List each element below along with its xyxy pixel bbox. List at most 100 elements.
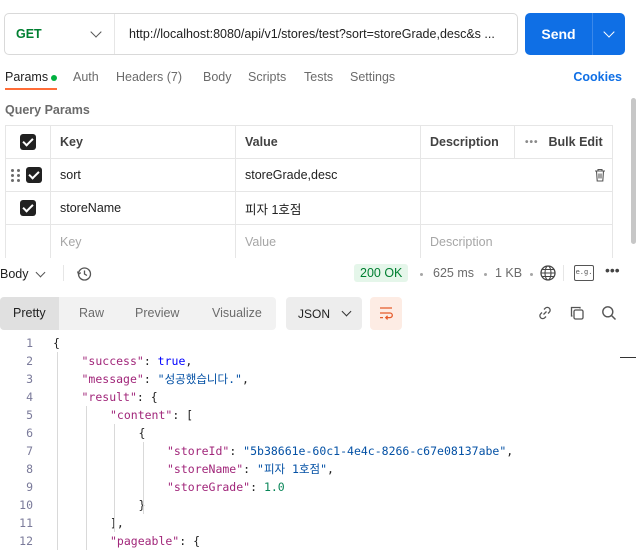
indent-guide [114, 424, 115, 532]
code-token: "storeId" [167, 444, 230, 458]
code-token: , [185, 354, 193, 368]
param-key[interactable]: sort [51, 159, 236, 191]
param-value[interactable]: storeGrade,desc [236, 159, 421, 191]
code-token: : [229, 444, 244, 458]
more-options-icon[interactable]: ••• [605, 262, 620, 278]
tab-headers[interactable]: Headers (7) [116, 70, 182, 84]
tab-pretty[interactable]: Pretty [0, 297, 59, 330]
chevron-down-icon [341, 306, 352, 317]
new-value-input[interactable]: Value [236, 225, 421, 258]
chevron-down-icon [603, 26, 615, 38]
code-token: "success" [81, 354, 144, 368]
code-line: 10} [0, 496, 620, 514]
copy-icon[interactable] [569, 305, 585, 321]
code-token: 1.0 [263, 480, 285, 494]
line-number: 7 [26, 444, 33, 458]
code-token: : { [179, 534, 201, 548]
table-row: storeName 피자 1호점 [5, 192, 613, 225]
code-token: "storeName" [167, 462, 244, 476]
save-example-icon[interactable]: e.g. [574, 265, 594, 281]
code-text: "storeId": "5b38661e-60c1-4e4c-8266-c67e… [167, 442, 513, 460]
format-select[interactable]: JSON [286, 297, 362, 330]
row-checkbox[interactable] [20, 200, 36, 216]
code-token: "result" [81, 390, 137, 404]
line-number: 2 [26, 354, 33, 368]
tab-preview[interactable]: Preview [135, 297, 179, 330]
table-header-row: Key Value Description ••• Bulk Edit [5, 126, 613, 159]
bulk-edit-button[interactable]: ••• Bulk Edit [514, 126, 612, 158]
separator-dot [530, 273, 533, 276]
tab-params[interactable]: Params [5, 70, 58, 84]
method-select[interactable]: GET [5, 14, 115, 54]
query-params-title: Query Params [5, 103, 90, 117]
code-line: 4 "result": { [0, 388, 620, 406]
tab-body[interactable]: Body [203, 70, 232, 84]
param-key[interactable]: storeName [51, 192, 236, 224]
code-line: 5 "content": [ [0, 406, 620, 424]
tab-scripts[interactable]: Scripts [248, 70, 286, 84]
code-text: "storeName": "피자 1호점", [167, 460, 334, 478]
divider [563, 265, 564, 281]
status-badge[interactable]: 200 OK [354, 264, 409, 282]
url-input[interactable]: http://localhost:8080/api/v1/stores/test… [115, 27, 510, 41]
column-header-key: Key [51, 126, 236, 158]
line-number: 9 [26, 480, 33, 494]
param-value[interactable]: 피자 1호점 [236, 192, 421, 224]
code-token: "5b38661e-60c1-4e4c-8266-c67e08137abe" [243, 444, 507, 458]
tab-tests[interactable]: Tests [304, 70, 333, 84]
trash-icon[interactable] [594, 168, 606, 182]
code-token: "피자 1호점" [257, 462, 328, 476]
globe-icon[interactable] [540, 265, 556, 281]
select-all-checkbox[interactable] [20, 134, 36, 150]
vertical-scrollbar[interactable] [631, 98, 636, 244]
row-checkbox[interactable] [26, 167, 42, 183]
search-icon[interactable] [601, 305, 617, 321]
param-description[interactable] [421, 159, 612, 191]
code-line: 3 "message": "성공했습니다.", [0, 370, 620, 388]
link-icon[interactable] [537, 305, 553, 321]
format-tabs: Pretty Raw Preview Visualize [0, 297, 276, 330]
new-description-input[interactable]: Description [421, 225, 612, 258]
send-button-group: Send [525, 13, 625, 55]
tab-raw[interactable]: Raw [79, 297, 104, 330]
tab-auth[interactable]: Auth [73, 70, 99, 84]
send-options-button[interactable] [593, 13, 625, 55]
code-text: "success": true, [82, 352, 193, 370]
code-token: { [138, 426, 146, 440]
drag-handle-icon[interactable] [11, 169, 21, 183]
code-scroll-indicator[interactable] [620, 357, 636, 358]
wrap-lines-icon [380, 307, 393, 320]
line-number: 3 [26, 372, 33, 386]
row-check-cell [6, 159, 51, 191]
code-text: "result": { [82, 388, 158, 406]
code-line: 11], [0, 514, 620, 532]
format-select-label: JSON [298, 306, 331, 321]
code-token: "message" [81, 372, 144, 386]
query-params-table: Key Value Description ••• Bulk Edit sort … [5, 125, 613, 258]
response-code-view[interactable]: 1{2 "success": true, 3 "message": "성공했습니다."… [0, 334, 620, 550]
new-key-input[interactable]: Key [51, 225, 236, 258]
tab-visualize[interactable]: Visualize [212, 297, 262, 330]
response-size[interactable]: 1 KB [495, 266, 522, 280]
code-text: "message": "성공했습니다.", [82, 370, 249, 388]
param-description[interactable] [421, 192, 612, 224]
history-icon[interactable] [76, 266, 92, 282]
column-header-description: Description [430, 135, 499, 149]
code-token: : [143, 354, 158, 368]
table-row: sort storeGrade,desc [5, 159, 613, 192]
divider [63, 265, 64, 281]
tab-settings[interactable]: Settings [350, 70, 395, 84]
response-time[interactable]: 625 ms [433, 266, 474, 280]
wrap-lines-button[interactable] [370, 297, 402, 330]
line-number: 4 [26, 390, 33, 404]
select-all-cell [6, 126, 51, 158]
bulk-edit-label: Bulk Edit [548, 135, 603, 149]
method-label: GET [16, 27, 42, 41]
cookies-link[interactable]: Cookies [573, 70, 622, 84]
code-token: "pageable" [110, 534, 180, 548]
send-button[interactable]: Send [525, 13, 592, 55]
code-token: : [243, 462, 258, 476]
response-bar: Body 200 OK 625 ms 1 KB e.g. ••• [0, 257, 636, 289]
response-body-dropdown[interactable]: Body [0, 267, 45, 281]
response-body-label: Body [0, 267, 29, 281]
